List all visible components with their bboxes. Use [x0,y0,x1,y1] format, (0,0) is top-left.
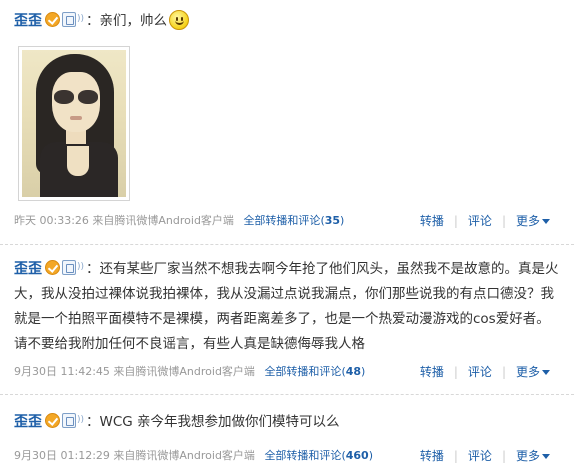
post-actions: 转播 | 评论 | 更多 [410,211,560,231]
post-body: 歪歪)) ：还有某些厂家当然不想我去啊今年抢了他们风头，虽然我不是故意的。真是火大… [14,255,560,357]
separator [0,244,574,245]
post-time[interactable]: 9月30日 01:12:29 [14,449,110,462]
post-source: 来自腾讯微博Android客户端 [113,449,255,462]
all-rt-label: 全部转播和评论 [264,449,342,462]
colon: ： [86,261,100,277]
all-rt-label: 全部转播和评论 [264,365,342,378]
colon: ： [86,13,100,29]
all-rt-label: 全部转播和评论 [243,214,321,227]
more-button[interactable]: 更多 [506,362,560,382]
comment-button[interactable]: 评论 [458,446,502,466]
rebroadcast-button[interactable]: 转播 [410,362,454,382]
dropdown-caret-icon [542,219,550,224]
signal-icon: )) [77,14,85,24]
rt-count: 48 [345,365,362,378]
post-source: 来自腾讯微博Android客户端 [92,214,234,227]
post-text: WCG 亲今年我想参加做你们模特可以么 [99,414,340,430]
post-photo[interactable] [18,46,130,201]
comment-button[interactable]: 评论 [458,362,502,382]
rebroadcast-button[interactable]: 转播 [410,446,454,466]
dropdown-caret-icon [542,454,550,459]
verified-badge-icon [45,12,60,27]
post-text: 亲们，帅么 [99,13,168,29]
all-rebroadcast-comments-link[interactable]: 全部转播和评论(460) [264,449,373,462]
all-rebroadcast-comments-link[interactable]: 全部转播和评论(35) [243,214,344,227]
weibo-feed: 歪歪)) ：亲们，帅么 昨天 00:33:26 来自腾讯微博Android客户端 … [0,0,574,472]
verified-badge-icon [45,260,60,275]
android-device-icon [62,260,76,275]
username-link[interactable]: 歪歪 [14,13,42,29]
post-time[interactable]: 昨天 00:33:26 [14,214,89,227]
post-time[interactable]: 9月30日 11:42:45 [14,365,110,378]
post-header: 歪歪)) ：WCG 亲今年我想参加做你们模特可以么 [14,403,560,436]
signal-icon: )) [77,415,85,425]
comment-button[interactable]: 评论 [458,211,502,231]
colon: ： [86,414,100,430]
signal-icon: )) [77,262,85,272]
dropdown-caret-icon [542,370,550,375]
android-device-icon [62,413,76,428]
post-3-meta: 9月30日 01:12:29 来自腾讯微博Android客户端 全部转播和评论(… [14,446,560,466]
more-button[interactable]: 更多 [506,446,560,466]
post-1-meta: 昨天 00:33:26 来自腾讯微博Android客户端 全部转播和评论(35)… [14,211,560,231]
rt-count: 460 [345,449,369,462]
more-label: 更多 [515,214,540,228]
android-device-icon [62,12,76,27]
username-link[interactable]: 歪歪 [14,261,42,277]
more-label: 更多 [515,449,540,463]
all-rebroadcast-comments-link[interactable]: 全部转播和评论(48) [264,365,365,378]
post-source: 来自腾讯微博Android客户端 [113,365,255,378]
username-link[interactable]: 歪歪 [14,414,42,430]
rebroadcast-button[interactable]: 转播 [410,211,454,231]
post-actions: 转播 | 评论 | 更多 [410,446,560,466]
verified-badge-icon [45,413,60,428]
more-button[interactable]: 更多 [506,211,560,231]
rt-count: 35 [324,214,341,227]
post-actions: 转播 | 评论 | 更多 [410,362,560,382]
smiley-emoji-icon [169,10,190,30]
more-label: 更多 [515,365,540,379]
post-2-meta: 9月30日 11:42:45 来自腾讯微博Android客户端 全部转播和评论(… [14,362,560,382]
photo-image [22,50,126,197]
separator [0,394,574,395]
post-header: 歪歪)) ：亲们，帅么 [14,0,560,35]
